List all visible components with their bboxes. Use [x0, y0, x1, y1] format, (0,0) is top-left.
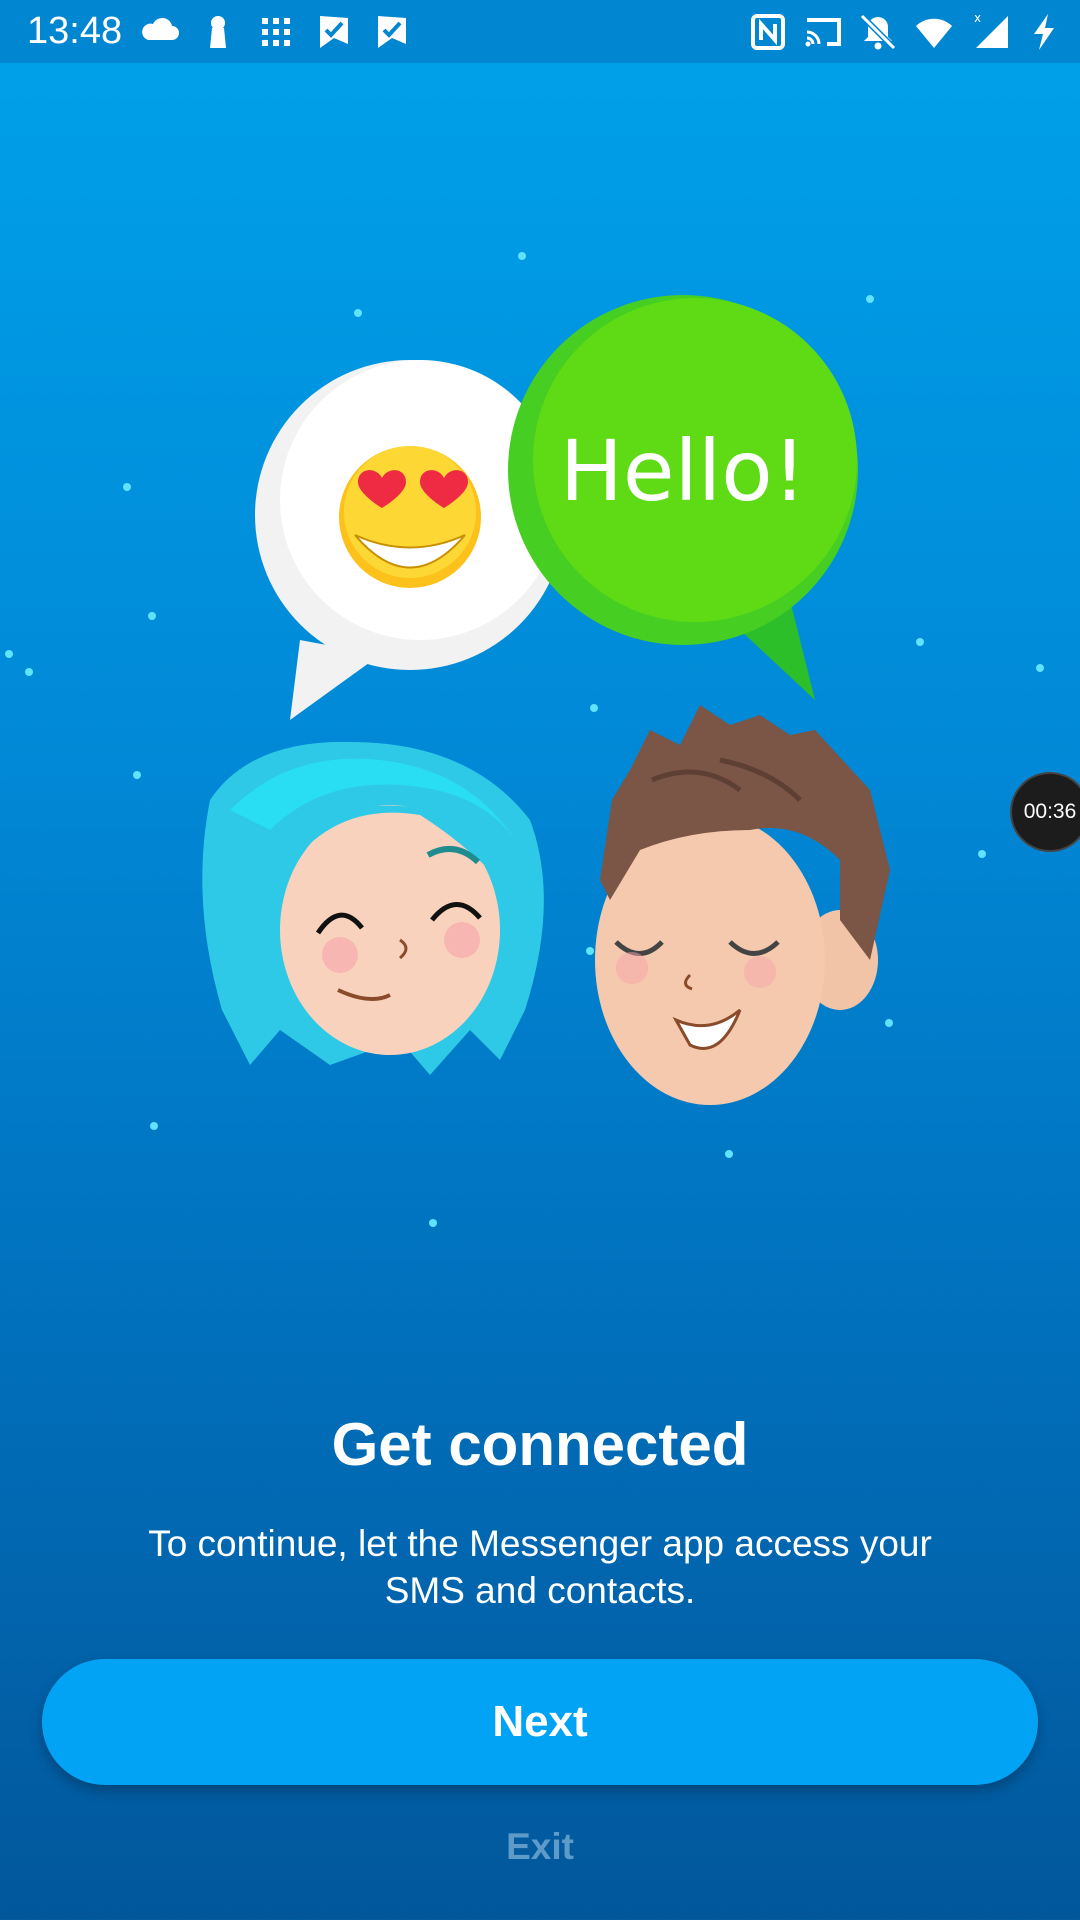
next-button[interactable]: Next — [42, 1659, 1038, 1785]
girl-avatar — [202, 741, 544, 1075]
app-grid-icon — [262, 18, 290, 46]
status-time: 13:48 — [27, 10, 123, 52]
exit-button[interactable]: Exit — [440, 1826, 640, 1868]
svg-text:x: x — [974, 12, 981, 25]
cast-icon — [805, 18, 841, 47]
check-flag-icon — [320, 16, 348, 48]
wifi-icon — [916, 18, 952, 48]
notifications-off-icon — [859, 13, 897, 51]
permission-description: To continue, let the Messenger app acces… — [148, 1523, 932, 1611]
status-bar: 13:48 x — [0, 0, 1080, 63]
charging-icon — [1034, 14, 1054, 50]
bubble-text: Hello! — [560, 422, 807, 520]
cloud-icon — [142, 17, 179, 40]
check-flag-icon — [378, 16, 406, 48]
nfc-icon — [751, 14, 785, 50]
signal-icon: x — [974, 12, 1008, 48]
keyhole-icon — [210, 16, 226, 48]
hero-illustration: Hello! — [5, 252, 1044, 1227]
boy-avatar — [595, 705, 890, 1105]
hello-speech-bubble: Hello! — [508, 295, 858, 700]
heart-eyes-emoji — [339, 446, 481, 588]
page-title: Get connected — [331, 1411, 749, 1478]
recording-timer-badge[interactable]: 00:36 — [1010, 772, 1080, 852]
